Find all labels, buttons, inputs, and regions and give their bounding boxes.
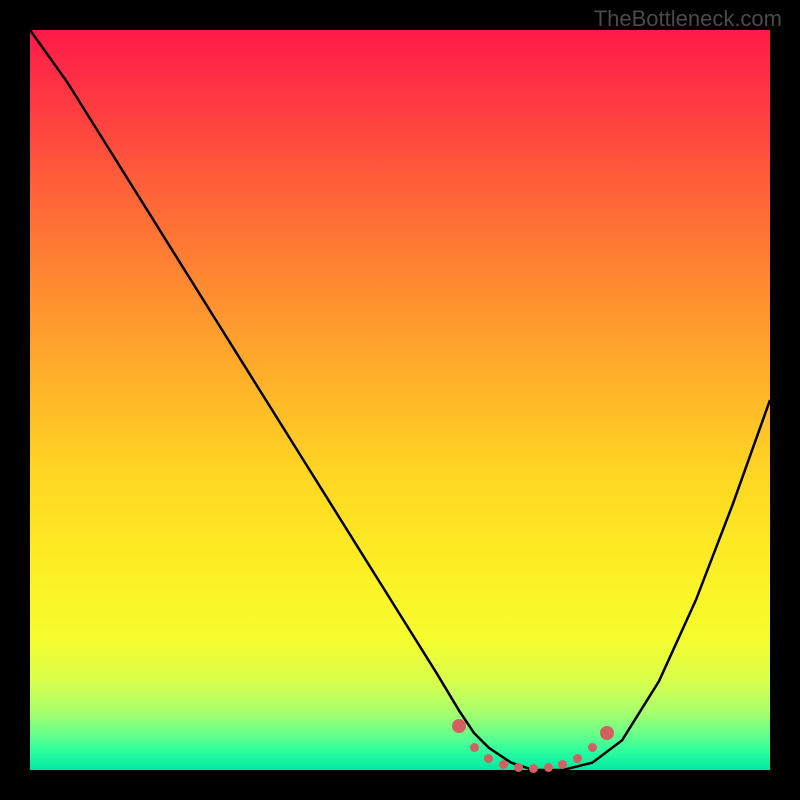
curve-marker bbox=[529, 764, 538, 773]
curve-marker bbox=[514, 763, 523, 772]
watermark-text: TheBottleneck.com bbox=[594, 6, 782, 32]
curve-marker bbox=[558, 760, 567, 769]
curve-marker bbox=[470, 743, 479, 752]
curve-marker bbox=[499, 760, 508, 769]
curve-marker bbox=[544, 763, 553, 772]
bottleneck-curve bbox=[30, 30, 770, 770]
curve-marker bbox=[452, 719, 466, 733]
chart-plot-area bbox=[30, 30, 770, 770]
